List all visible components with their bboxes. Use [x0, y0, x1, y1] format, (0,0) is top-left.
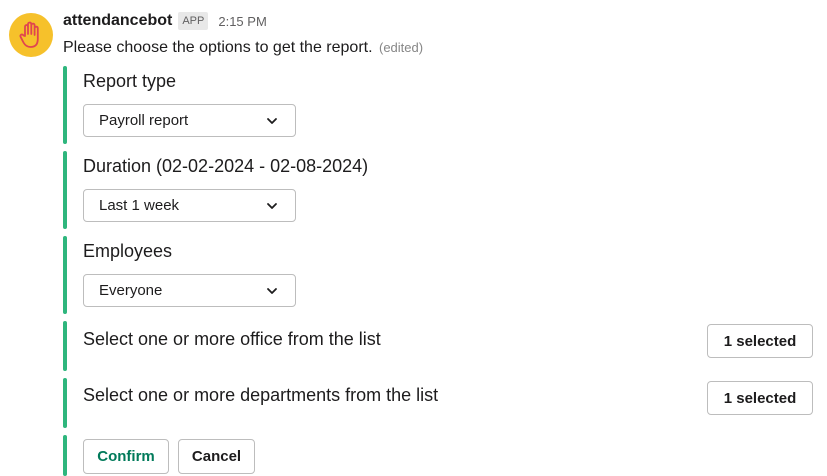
report-type-block: Report type Payroll report — [63, 66, 823, 144]
employees-label: Employees — [83, 241, 173, 261]
attachment-bar — [63, 66, 67, 144]
departments-label: Select one or more departments from the … — [83, 385, 439, 405]
offices-block: Select one or more office from the list … — [63, 321, 823, 371]
duration-label: Duration (02-02-2024 - 02-08-2024) — [83, 156, 369, 176]
report-type-select[interactable]: Payroll report — [83, 104, 296, 137]
chevron-down-icon — [267, 203, 277, 209]
departments-block: Select one or more departments from the … — [63, 378, 823, 428]
message-timestamp[interactable]: 2:15 PM — [218, 14, 266, 29]
raised-hand-icon — [19, 21, 39, 48]
report-type-label: Report type — [83, 71, 177, 91]
message-text: Please choose the options to get the rep… — [63, 38, 423, 58]
duration-select[interactable]: Last 1 week — [83, 189, 296, 222]
attachment-bar — [63, 151, 67, 229]
bot-name[interactable]: attendancebot — [63, 12, 172, 30]
chevron-down-icon — [267, 118, 277, 124]
actions-block: Confirm Cancel — [63, 435, 823, 476]
bot-message: attendancebot APP 2:15 PM Please choose … — [0, 0, 827, 476]
app-badge: APP — [178, 12, 209, 30]
bot-avatar[interactable] — [9, 13, 53, 57]
employees-block: Employees Everyone — [63, 236, 823, 314]
offices-multiselect-button[interactable]: 1 selected — [707, 324, 813, 358]
report-type-value: Payroll report — [99, 112, 189, 129]
attachment-bar — [63, 236, 67, 314]
edited-indicator: (edited) — [379, 40, 424, 55]
attachment-bar — [63, 435, 67, 476]
duration-value: Last 1 week — [99, 197, 180, 214]
chevron-down-icon — [267, 288, 277, 294]
employees-select[interactable]: Everyone — [83, 274, 296, 307]
employees-value: Everyone — [99, 282, 163, 299]
cancel-button[interactable]: Cancel — [178, 439, 255, 474]
departments-multiselect-button[interactable]: 1 selected — [707, 381, 813, 415]
message-header: attendancebot APP 2:15 PM — [63, 10, 267, 32]
attachment-bar — [63, 321, 67, 371]
attachment-bar — [63, 378, 67, 428]
duration-block: Duration (02-02-2024 - 02-08-2024) Last … — [63, 151, 823, 229]
intro-text: Please choose the options to get the rep… — [63, 39, 373, 56]
confirm-button[interactable]: Confirm — [83, 439, 169, 474]
offices-label: Select one or more office from the list — [83, 329, 381, 349]
